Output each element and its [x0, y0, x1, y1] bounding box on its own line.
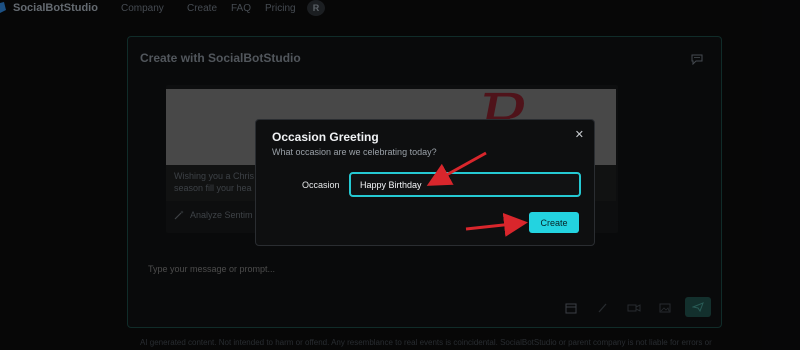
occasion-label: Occasion — [302, 180, 340, 190]
create-button[interactable]: Create — [529, 212, 579, 233]
dialog-title: Occasion Greeting — [272, 130, 379, 144]
occasion-input[interactable] — [349, 172, 581, 197]
close-icon[interactable]: ✕ — [575, 128, 584, 141]
dialog-subtitle: What occasion are we celebrating today? — [272, 147, 437, 157]
occasion-greeting-dialog: Occasion Greeting What occasion are we c… — [255, 119, 595, 246]
